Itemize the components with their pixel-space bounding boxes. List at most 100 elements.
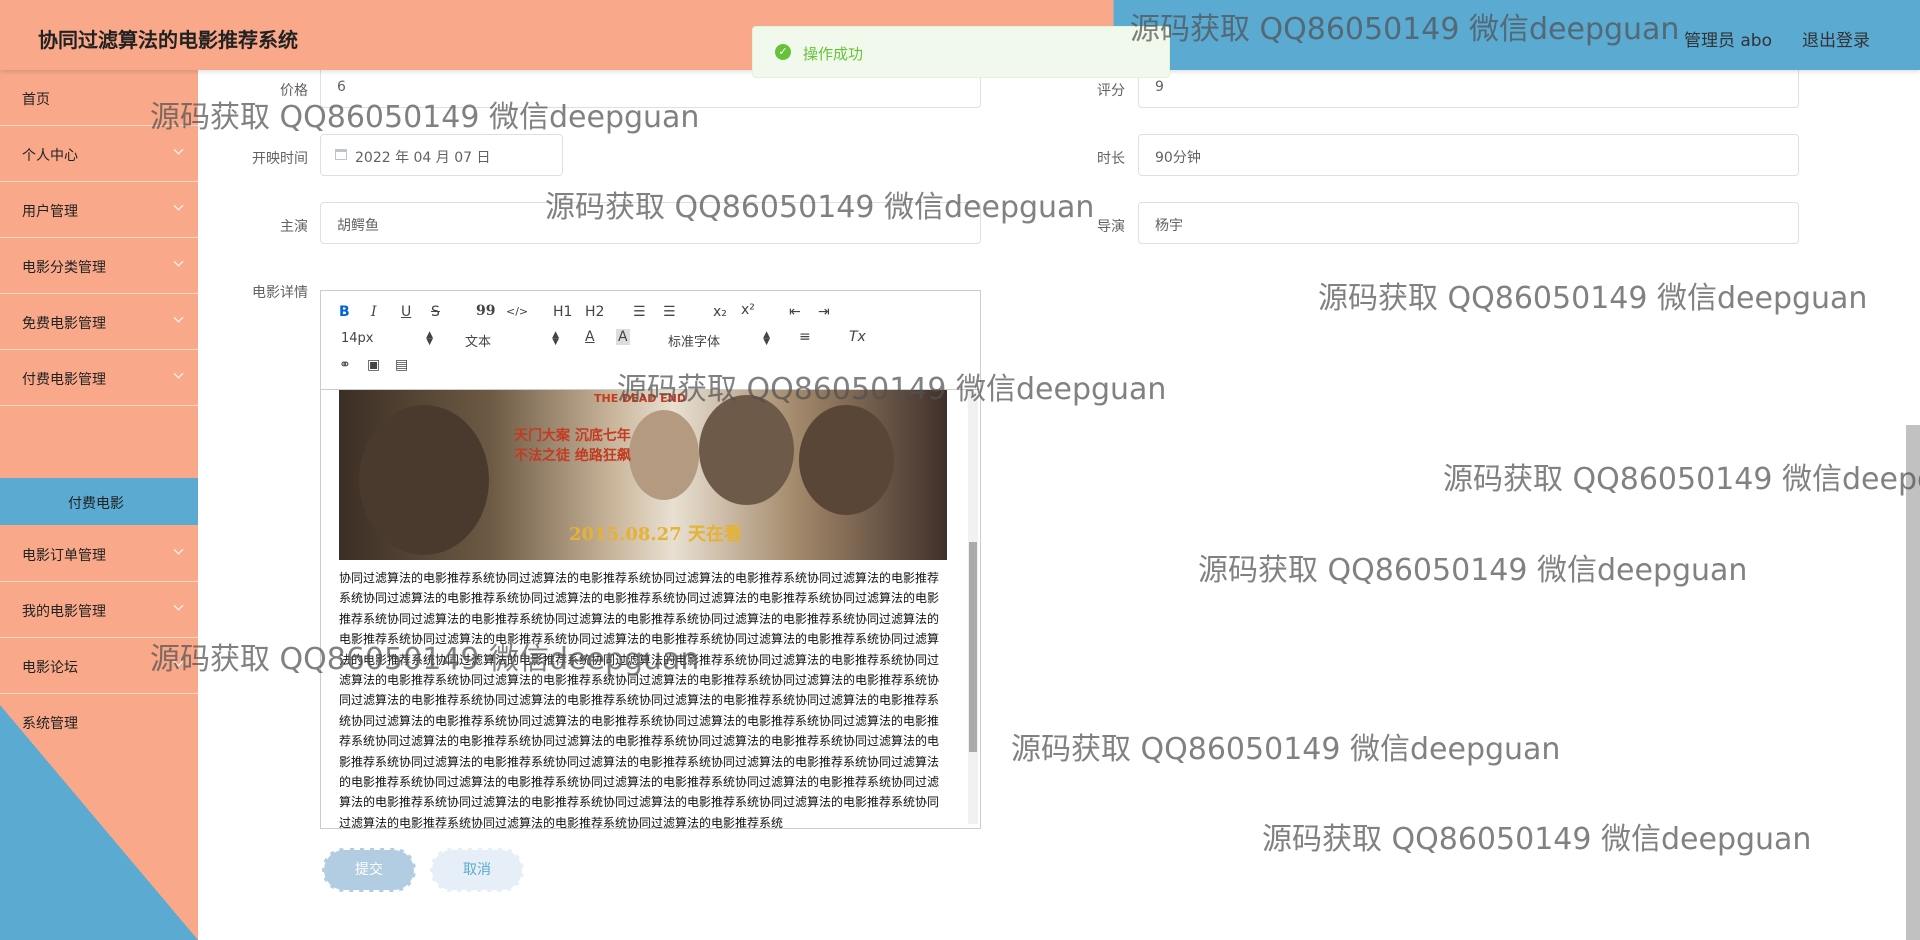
font-size-value: 14px [341, 331, 374, 346]
clean-format-button[interactable]: Tx [849, 329, 866, 345]
poster-tagline-2: 不法之徒 绝路狂飙 [514, 448, 631, 464]
sidebar-item-label: 用户管理 [22, 204, 78, 220]
sidebar-item-label: 系统管理 [22, 716, 78, 732]
chevron-down-icon [173, 200, 184, 211]
sidebar-item-categories[interactable]: 电影分类管理 [0, 238, 198, 294]
ordered-list-icon[interactable]: ☰ [633, 304, 646, 320]
poster-date: 2015.08.27 天在看 [569, 524, 742, 545]
header-value: 文本 [465, 335, 492, 350]
sidebar-item-label: 首页 [22, 92, 50, 108]
sidebar-item-label: 电影分类管理 [22, 260, 106, 276]
align-icon[interactable]: ≡ [799, 329, 811, 345]
watermark: 源码获取 QQ86050149 微信deepguan [1318, 281, 1868, 316]
submit-button[interactable]: 提交 [322, 848, 416, 892]
director-value: 杨宇 [1155, 218, 1183, 234]
release-date-value: 2022 年 04 月 07 日 [355, 150, 491, 166]
calendar-icon [335, 149, 347, 160]
price-label: 价格 [280, 83, 308, 99]
select-arrows-icon: ▲ ▼ [426, 330, 433, 347]
sidebar-item-system[interactable]: 系统管理 [0, 694, 198, 749]
editor-content[interactable]: THE DEAD END 天门大案 沉底七年 不法之徒 绝路狂飙 2015.08… [321, 390, 980, 828]
editor-body-text: 协同过滤算法的电影推荐系统协同过滤算法的电影推荐系统协同过滤算法的电影推荐系统协… [339, 571, 940, 828]
select-arrows-icon: ▲ ▼ [763, 330, 770, 347]
director-label: 导演 [1097, 219, 1125, 235]
sidebar-item-users[interactable]: 用户管理 [0, 182, 198, 238]
link-icon[interactable]: ⚭ [339, 357, 351, 373]
font-family-value: 标准字体 [668, 335, 721, 350]
chevron-down-icon [173, 600, 184, 611]
sidebar-item-my-movies[interactable]: 我的电影管理 [0, 582, 198, 638]
rich-text-editor: B I U S 99 </> H1 H2 ☰ ☰ x₂ x² ⇤ ⇥ 14px … [320, 290, 981, 829]
actor-value: 胡鳄鱼 [337, 218, 379, 234]
rating-label: 评分 [1097, 83, 1125, 99]
sidebar-item-home[interactable]: 首页 [0, 70, 198, 126]
sidebar-subitem-paid-movie[interactable]: 付费电影 [0, 478, 198, 525]
editor-toolbar: B I U S 99 </> H1 H2 ☰ ☰ x₂ x² ⇤ ⇥ 14px … [321, 291, 980, 390]
movie-poster-image: THE DEAD END 天门大案 沉底七年 不法之徒 绝路狂飙 2015.08… [339, 390, 947, 560]
check-circle-icon: ✓ [775, 44, 791, 60]
h2-button[interactable]: H2 [585, 304, 604, 320]
bold-button[interactable]: B [339, 304, 350, 320]
details-label: 电影详情 [252, 285, 308, 301]
logout-link[interactable]: 退出登录 [1802, 26, 1870, 51]
watermark: 源码获取 QQ86050149 微信deepguan [1198, 553, 1748, 588]
chevron-down-icon [173, 312, 184, 323]
font-color-icon[interactable]: A [585, 329, 595, 345]
sidebar-item-forum[interactable]: 电影论坛 [0, 638, 198, 694]
sidebar-item-label: 个人中心 [22, 148, 78, 164]
director-input[interactable]: 杨宇 [1138, 202, 1799, 244]
background-color-icon[interactable]: A [616, 329, 630, 345]
release-date-picker[interactable]: 2022 年 04 月 07 日 [320, 134, 563, 176]
rating-input[interactable]: 9 [1138, 66, 1799, 108]
price-value: 6 [337, 79, 346, 95]
video-icon[interactable]: ▤ [395, 357, 408, 373]
poster-tagline-1: 天门大案 沉底七年 [514, 428, 631, 444]
sidebar-item-profile[interactable]: 个人中心 [0, 126, 198, 182]
chevron-down-icon [173, 144, 184, 155]
h1-button[interactable]: H1 [553, 304, 572, 320]
editor-scrollbar[interactable] [968, 392, 978, 824]
cancel-button[interactable]: 取消 [430, 848, 524, 892]
sidebar-item-free-movies[interactable]: 免费电影管理 [0, 294, 198, 350]
indent-icon[interactable]: ⇥ [818, 304, 830, 320]
release-date-label: 开映时间 [252, 151, 308, 167]
strike-button[interactable]: S [431, 304, 440, 320]
blockquote-button[interactable]: 99 [476, 303, 495, 319]
page-scrollbar[interactable] [1906, 425, 1920, 940]
underline-button[interactable]: U [401, 304, 411, 320]
image-icon[interactable]: ▣ [367, 357, 380, 373]
watermark: 源码获取 QQ86050149 微信deepguan [1443, 462, 1920, 497]
duration-input[interactable]: 90分钟 [1138, 134, 1799, 176]
header-select[interactable]: 文本 ▲ ▼ [465, 330, 559, 351]
font-size-select[interactable]: 14px ▲ ▼ [341, 330, 433, 347]
poster-english-title: THE DEAD END [594, 392, 687, 405]
success-toast: ✓ 操作成功 [752, 26, 1170, 78]
sidebar-item-label: 免费电影管理 [22, 316, 106, 332]
poster-figure [629, 410, 699, 500]
app-title: 协同过滤算法的电影推荐系统 [38, 28, 298, 52]
chevron-down-icon [173, 544, 184, 555]
current-user-label: 管理员 abo [1683, 31, 1772, 51]
poster-figure [359, 405, 489, 555]
duration-label: 时长 [1097, 151, 1125, 167]
select-arrows-icon: ▲ ▼ [552, 330, 559, 347]
outdent-icon[interactable]: ⇤ [789, 304, 801, 320]
poster-figure [799, 405, 894, 515]
poster-figure [699, 395, 794, 505]
chevron-down-icon [173, 656, 184, 667]
sidebar-item-label: 付费电影管理 [22, 372, 106, 388]
bullet-list-icon[interactable]: ☰ [663, 304, 676, 320]
sidebar-item-orders[interactable]: 电影订单管理 [0, 526, 198, 582]
chevron-down-icon [173, 368, 184, 379]
italic-button[interactable]: I [371, 304, 377, 320]
code-button[interactable]: </> [506, 305, 528, 318]
rating-value: 9 [1155, 79, 1164, 95]
actor-input[interactable]: 胡鳄鱼 [320, 202, 981, 244]
subscript-button[interactable]: x₂ [713, 304, 727, 320]
superscript-button[interactable]: x² [741, 302, 755, 318]
font-family-select[interactable]: 标准字体 ▲ ▼ [668, 330, 770, 351]
sidebar-subitem-label: 付费电影 [68, 496, 124, 512]
sidebar-item-paid-movies[interactable]: 付费电影管理 [0, 350, 198, 406]
editor-scrollbar-thumb[interactable] [969, 542, 977, 752]
sidebar: 首页 个人中心 用户管理 电影分类管理 免费电影管理 付费电影管理 付费电影 电… [0, 70, 198, 940]
